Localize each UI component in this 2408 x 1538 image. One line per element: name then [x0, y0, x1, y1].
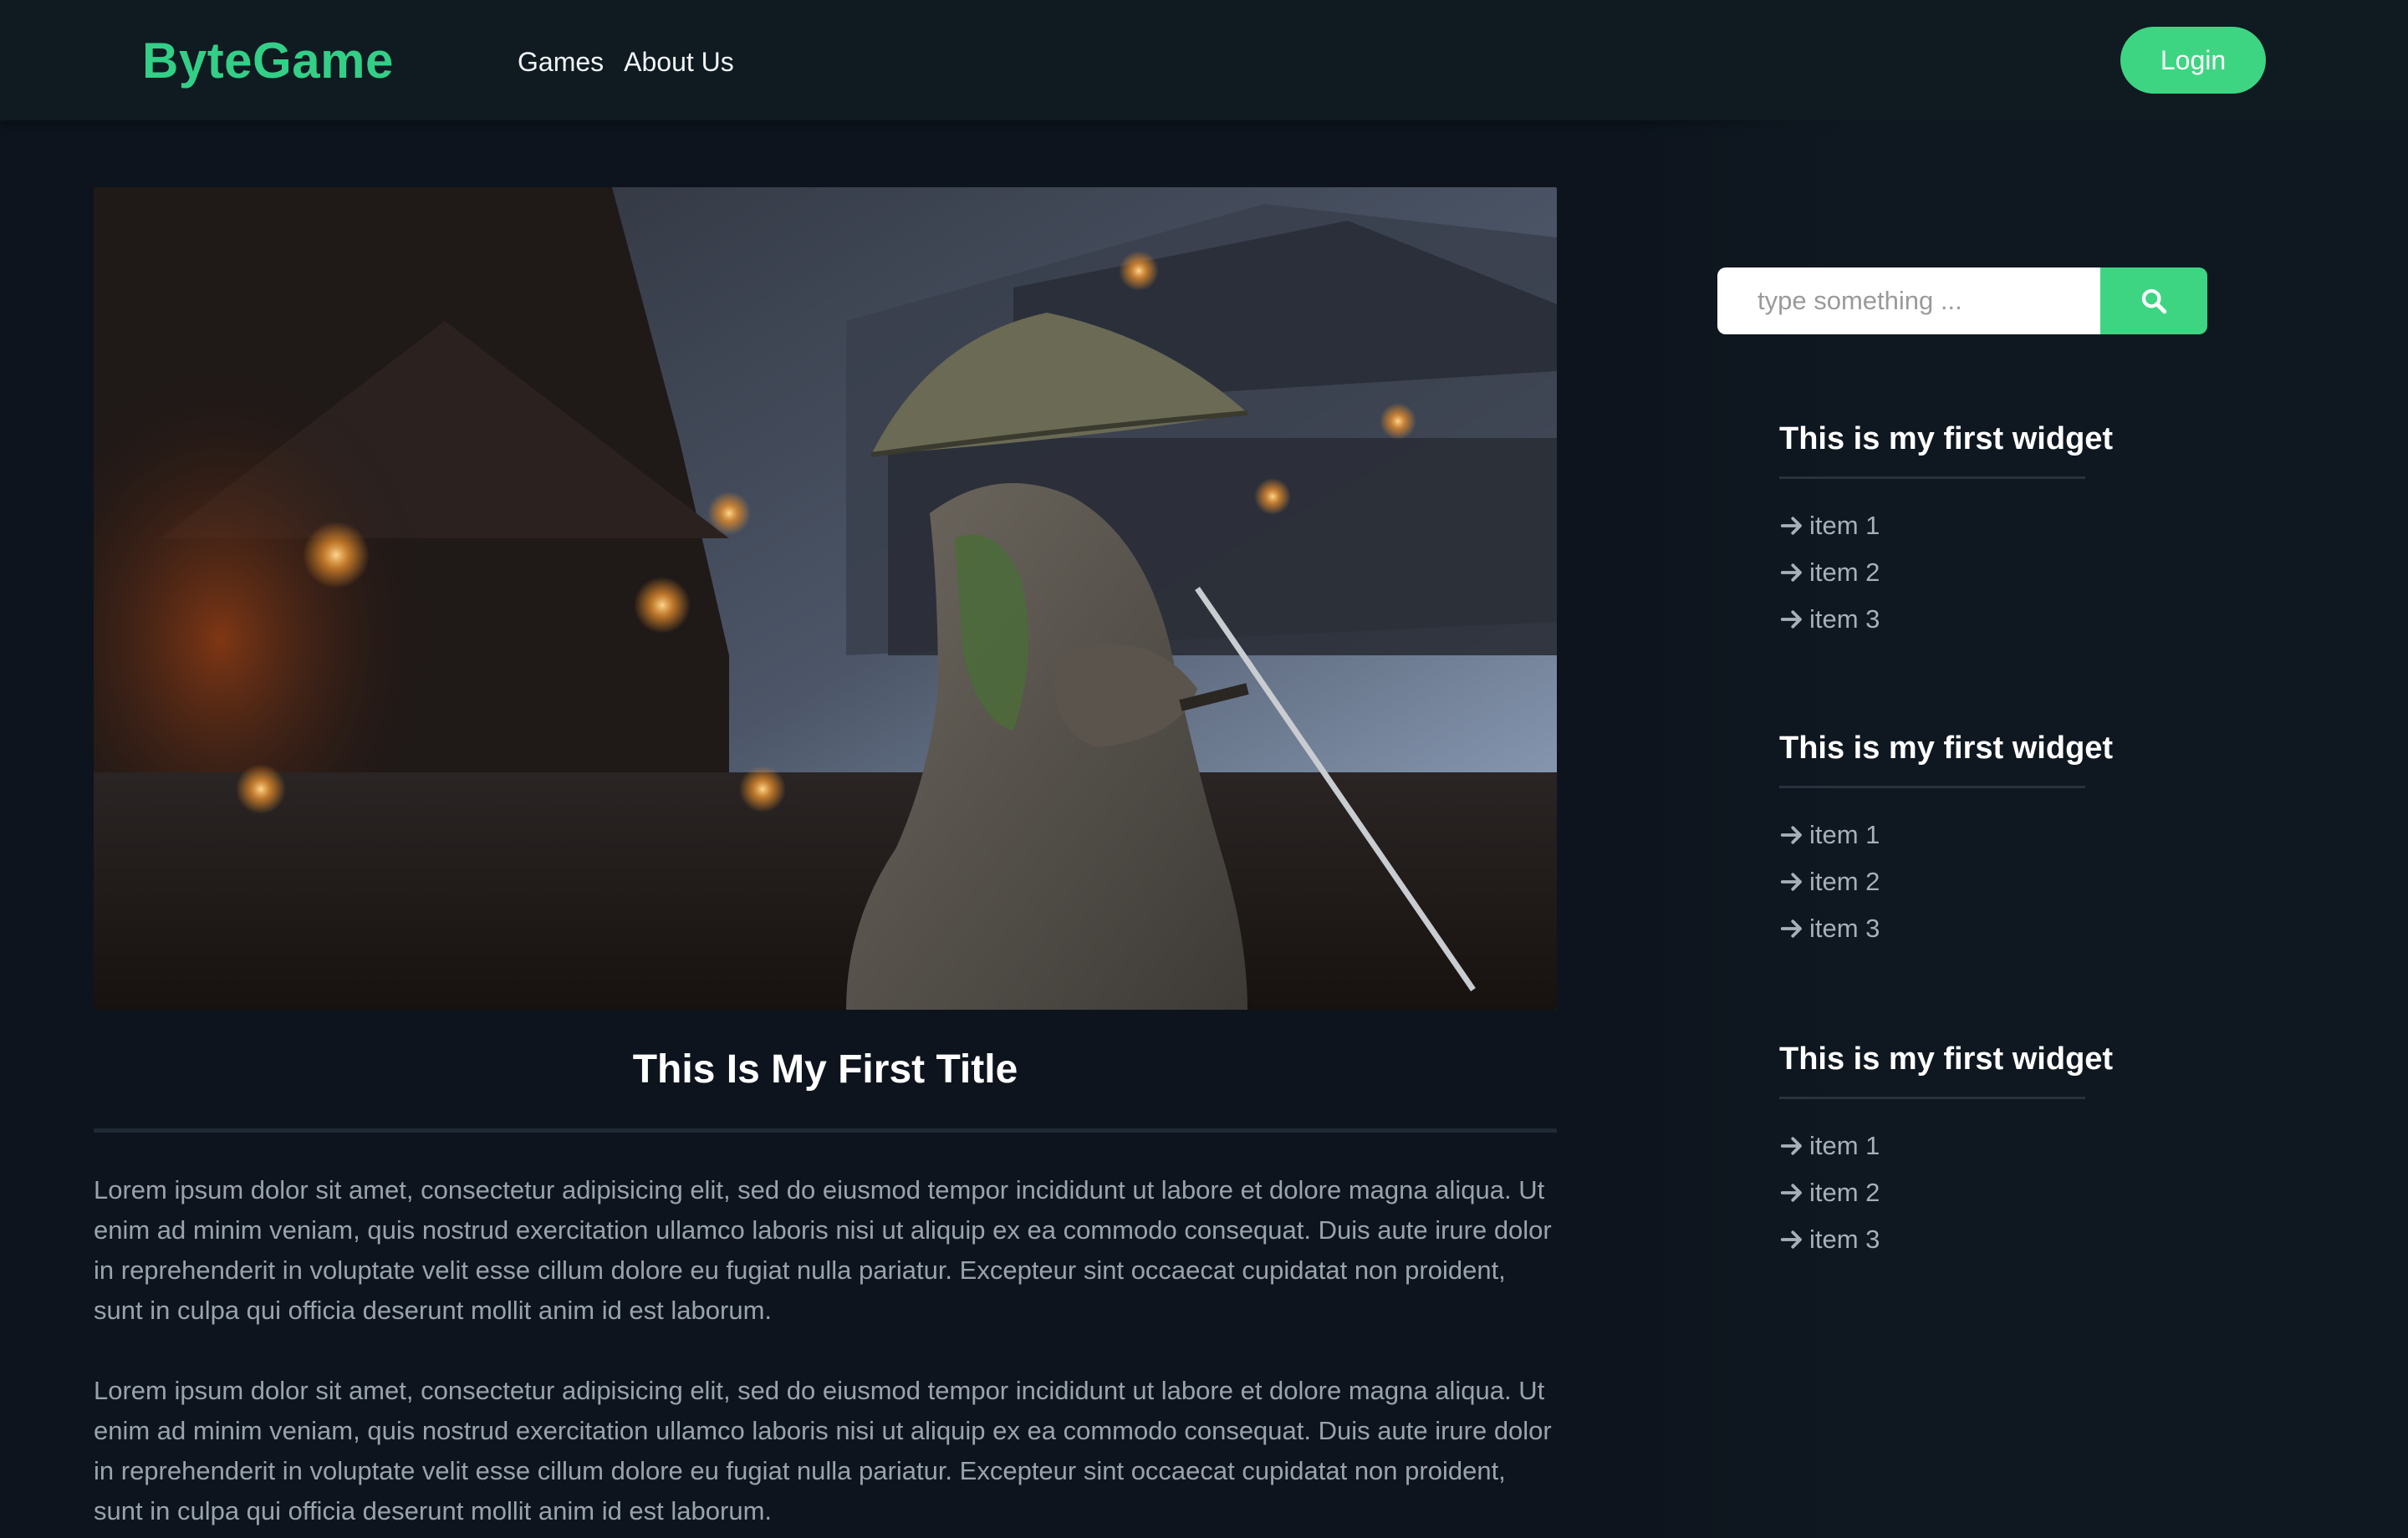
widget-title: This is my first widget: [1779, 421, 2114, 456]
arrow-right-icon: [1780, 1137, 1802, 1155]
title-divider: [94, 1128, 1557, 1133]
widget-item-label: item 1: [1809, 1131, 1880, 1160]
widget-item-label: item 2: [1809, 867, 1880, 896]
brand-logo[interactable]: ByteGame: [142, 32, 394, 89]
widget-list-item[interactable]: item 3: [1779, 905, 2247, 952]
widget-divider: [1779, 1097, 2085, 1099]
samurai-scene-illustration: [94, 187, 1557, 1010]
widget-item-label: item 3: [1809, 604, 1880, 634]
search-button[interactable]: [2100, 267, 2207, 334]
arrow-right-icon: [1780, 826, 1802, 844]
login-button[interactable]: Login: [2120, 27, 2266, 94]
arrow-right-icon: [1780, 873, 1802, 891]
widget-list: item 1 item 2 item 3: [1779, 1123, 2247, 1263]
article-body: Lorem ipsum dolor sit amet, consectetur …: [94, 1170, 1557, 1538]
widget-list: item 1 item 2 item 3: [1779, 812, 2247, 952]
arrow-right-icon: [1780, 1184, 1802, 1202]
search-bar: [1717, 267, 2207, 334]
widget-item-label: item 1: [1809, 511, 1880, 540]
widget-list-item[interactable]: item 2: [1779, 858, 2247, 905]
nav-link-about-us[interactable]: About Us: [624, 45, 734, 79]
widget-item-label: item 2: [1809, 558, 1880, 587]
widget-list: item 1 item 2 item 3: [1779, 502, 2247, 643]
widget-title: This is my first widget: [1779, 731, 2114, 766]
search-icon: [2141, 288, 2167, 314]
arrow-right-icon: [1780, 563, 1802, 582]
widget-title: This is my first widget: [1779, 1041, 2114, 1077]
sidebar-widget: This is my first widget item 1 item 2 it…: [1779, 418, 2247, 643]
article-paragraph: Lorem ipsum dolor sit amet, consectetur …: [94, 1175, 1552, 1325]
widget-divider: [1779, 476, 2085, 479]
page: ByteGame Games About Us Login This Is My…: [0, 0, 2408, 1538]
article-title: This Is My First Title: [632, 1047, 1018, 1092]
widget-item-label: item 2: [1809, 1178, 1880, 1207]
widget-list-item[interactable]: item 1: [1779, 1123, 2247, 1169]
nav-link-games[interactable]: Games: [518, 45, 604, 79]
widget-list-item[interactable]: item 2: [1779, 1169, 2247, 1216]
widget-item-label: item 1: [1809, 820, 1880, 849]
widget-divider: [1779, 786, 2085, 788]
arrow-right-icon: [1780, 610, 1802, 629]
arrow-right-icon: [1780, 517, 1802, 535]
widget-list-item[interactable]: item 1: [1779, 502, 2247, 549]
site-header: ByteGame Games About Us Login: [0, 0, 2408, 120]
widget-list-item[interactable]: item 3: [1779, 596, 2247, 643]
widget-item-label: item 3: [1809, 914, 1880, 943]
article-paragraph: Lorem ipsum dolor sit amet, consectetur …: [94, 1376, 1552, 1525]
sidebar-widget: This is my first widget item 1 item 2 it…: [1779, 1038, 2247, 1263]
sidebar-widget: This is my first widget item 1 item 2 it…: [1779, 727, 2247, 952]
main-nav: Games About Us: [518, 45, 734, 79]
article-hero-image: [94, 187, 1557, 1010]
search-input[interactable]: [1717, 267, 2100, 334]
widget-list-item[interactable]: item 1: [1779, 812, 2247, 858]
arrow-right-icon: [1780, 919, 1802, 938]
widget-item-label: item 3: [1809, 1225, 1880, 1254]
arrow-right-icon: [1780, 1230, 1802, 1249]
widget-list-item[interactable]: item 3: [1779, 1216, 2247, 1263]
widget-list-item[interactable]: item 2: [1779, 549, 2247, 596]
